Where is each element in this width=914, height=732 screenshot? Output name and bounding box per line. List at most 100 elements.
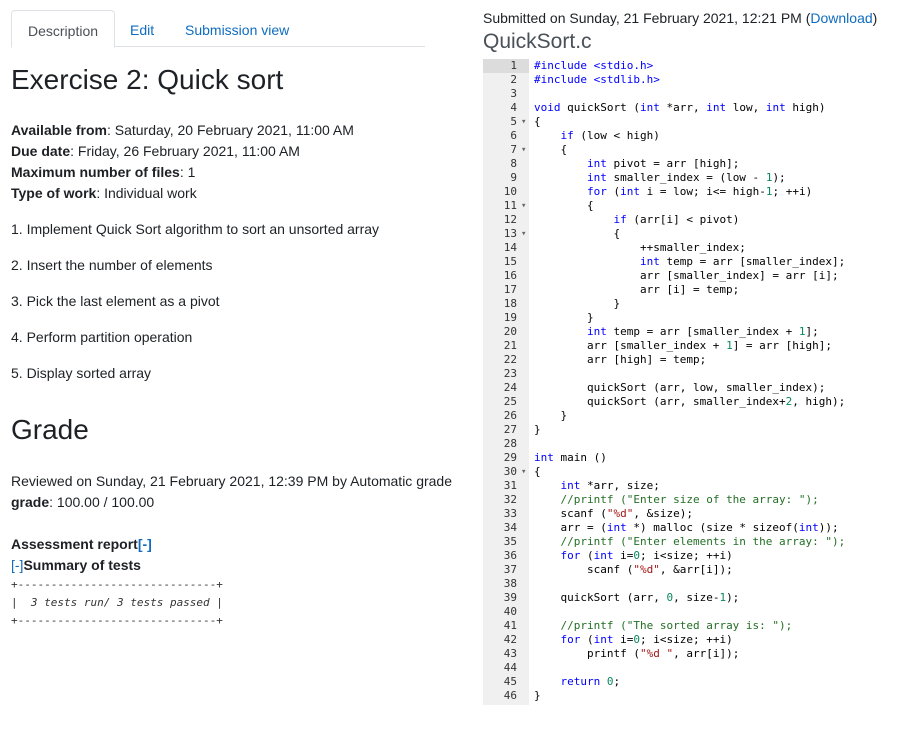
code-line[interactable]: 45 return 0; — [483, 675, 903, 689]
code-text: scanf ("%d", &arr[i]); — [534, 563, 733, 576]
close-paren: ) — [872, 10, 878, 26]
fold-chevron-icon[interactable]: ▾ — [521, 227, 529, 241]
code-line[interactable]: 41 //printf ("The sorted array is: "); — [483, 619, 903, 633]
tab-description[interactable]: Description — [11, 10, 116, 48]
line-number: 39 — [503, 591, 517, 604]
line-number: 45 — [503, 675, 517, 688]
code-line[interactable]: 10 for (int i = low; i<= high-1; ++i) — [483, 185, 903, 199]
code-line[interactable]: 37 scanf ("%d", &arr[i]); — [483, 563, 903, 577]
code-line[interactable]: 8 int pivot = arr [high]; — [483, 157, 903, 171]
code-line[interactable]: 36 for (int i=0; i<size; ++i) — [483, 549, 903, 563]
code-line[interactable]: 11 ▾ { — [483, 199, 903, 213]
meta-due-date: Due date: Friday, 26 February 2021, 11:0… — [11, 143, 300, 159]
code-line[interactable]: 33 scanf ("%d", &size); — [483, 507, 903, 521]
code-text: } — [534, 297, 621, 310]
tab-edit[interactable]: Edit — [114, 10, 170, 46]
line-number: 38 — [503, 577, 517, 590]
code-text: { — [534, 143, 568, 156]
line-number: 32 — [503, 493, 517, 506]
step-3: 3. Pick the last element as a pivot — [11, 293, 220, 309]
code-text: //printf ("The sorted array is: "); — [560, 619, 793, 632]
line-number: 27 — [503, 423, 517, 436]
code-text: arr [high] = temp; — [534, 353, 707, 366]
code-line[interactable]: 30 ▾ { — [483, 465, 903, 479]
grade-heading: Grade — [11, 414, 89, 445]
code-text: { — [534, 227, 621, 240]
code-line[interactable]: 26 } — [483, 409, 903, 423]
code-line[interactable]: 25 quickSort (arr, smaller_index+2, high… — [483, 395, 903, 409]
code-text: #include <stdio.h> — [534, 59, 654, 72]
line-number: 30 — [503, 465, 517, 478]
code-line[interactable]: 21 arr [smaller_index + 1] = arr [high]; — [483, 339, 903, 353]
code-line[interactable]: 22 arr [high] = temp; — [483, 353, 903, 367]
code-line[interactable]: 7 ▾ { — [483, 143, 903, 157]
code-line[interactable]: 19 } — [483, 311, 903, 325]
fold-chevron-icon[interactable]: ▾ — [521, 115, 529, 129]
code-text: arr = (int *) malloc (size * sizeof(int)… — [534, 521, 839, 534]
code-text: } — [534, 689, 541, 702]
line-number: 23 — [503, 367, 517, 380]
assessment-toggle[interactable]: [-] — [138, 536, 152, 552]
code-line[interactable]: 40 — [483, 605, 903, 619]
code-line[interactable]: 16 arr [smaller_index] = arr [i]; — [483, 269, 903, 283]
line-number: 22 — [503, 353, 517, 366]
code-line[interactable]: 18 } — [483, 297, 903, 311]
code-line[interactable]: 1 #include <stdio.h> — [483, 59, 903, 73]
code-line[interactable]: 4 void quickSort (int *arr, int low, int … — [483, 101, 903, 115]
code-line[interactable]: 29 int main () — [483, 451, 903, 465]
summary-label: Summary of tests — [23, 557, 141, 573]
code-line[interactable]: 20 int temp = arr [smaller_index + 1]; — [483, 325, 903, 339]
code-line[interactable]: 17 arr [i] = temp; — [483, 283, 903, 297]
exercise-title: Exercise 2: Quick sort — [11, 64, 284, 95]
code-line[interactable]: 35 //printf ("Enter elements in the arra… — [483, 535, 903, 549]
code-text: if (arr[i] < pivot) — [613, 213, 740, 226]
code-line[interactable]: 6 if (low < high) — [483, 129, 903, 143]
code-line[interactable]: 2 #include <stdlib.h> — [483, 73, 903, 87]
code-line[interactable]: 38 — [483, 577, 903, 591]
line-number: 41 — [503, 619, 517, 632]
code-editor[interactable]: 1 #include <stdio.h> 2 #include <stdlib.h> 3… — [483, 59, 903, 705]
code-text: if (low < high) — [560, 129, 660, 142]
meta-available-from: Available from: Saturday, 20 February 20… — [11, 122, 354, 138]
code-line[interactable]: 43 printf ("%d ", arr[i]); — [483, 647, 903, 661]
code-line[interactable]: 46} — [483, 689, 903, 703]
code-text: int main () — [534, 451, 607, 464]
line-number: 44 — [503, 661, 517, 674]
line-number: 25 — [503, 395, 517, 408]
fold-chevron-icon[interactable]: ▾ — [521, 199, 529, 213]
test-output-border-top: +------------------------------+ — [11, 578, 223, 591]
code-line[interactable]: 42 for (int i=0; i<size; ++i) — [483, 633, 903, 647]
code-line[interactable]: 5 ▾ { — [483, 115, 903, 129]
line-number: 17 — [503, 283, 517, 296]
code-content[interactable]: 1 #include <stdio.h> 2 #include <stdlib.h> 3… — [483, 59, 903, 703]
code-text: arr [smaller_index + 1] = arr [high]; — [534, 339, 833, 352]
line-number: 31 — [503, 479, 517, 492]
fold-chevron-icon[interactable]: ▾ — [521, 143, 529, 157]
code-line[interactable]: 32 //printf ("Enter size of the array: "… — [483, 493, 903, 507]
code-text: { — [534, 465, 541, 478]
assessment-label: Assessment report — [11, 536, 138, 552]
code-line[interactable]: 44 — [483, 661, 903, 675]
code-line[interactable]: 34 arr = (int *) malloc (size * sizeof(i… — [483, 521, 903, 535]
summary-toggle[interactable]: [-] — [11, 557, 23, 573]
download-link[interactable]: Download — [810, 10, 872, 26]
code-line[interactable]: 24 quickSort (arr, low, smaller_index); — [483, 381, 903, 395]
code-line[interactable]: 15 int temp = arr [smaller_index]; — [483, 255, 903, 269]
line-number: 4 — [510, 101, 517, 114]
code-line[interactable]: 23 — [483, 367, 903, 381]
code-line[interactable]: 27} — [483, 423, 903, 437]
code-line[interactable]: 31 int *arr, size; — [483, 479, 903, 493]
assessment-report: Assessment report[-] [-]Summary of tests — [11, 534, 152, 576]
code-line[interactable]: 14 ++smaller_index; — [483, 241, 903, 255]
code-text: ++smaller_index; — [534, 241, 746, 254]
code-line[interactable]: 3 — [483, 87, 903, 101]
fold-chevron-icon[interactable]: ▾ — [521, 465, 529, 479]
code-line[interactable]: 28 — [483, 437, 903, 451]
line-number: 1 — [510, 59, 517, 72]
code-line[interactable]: 12 if (arr[i] < pivot) — [483, 213, 903, 227]
code-line[interactable]: 9 int smaller_index = (low - 1); — [483, 171, 903, 185]
line-number: 26 — [503, 409, 517, 422]
tab-submission-view[interactable]: Submission view — [169, 10, 305, 46]
code-line[interactable]: 13 ▾ { — [483, 227, 903, 241]
code-line[interactable]: 39 quickSort (arr, 0, size-1); — [483, 591, 903, 605]
